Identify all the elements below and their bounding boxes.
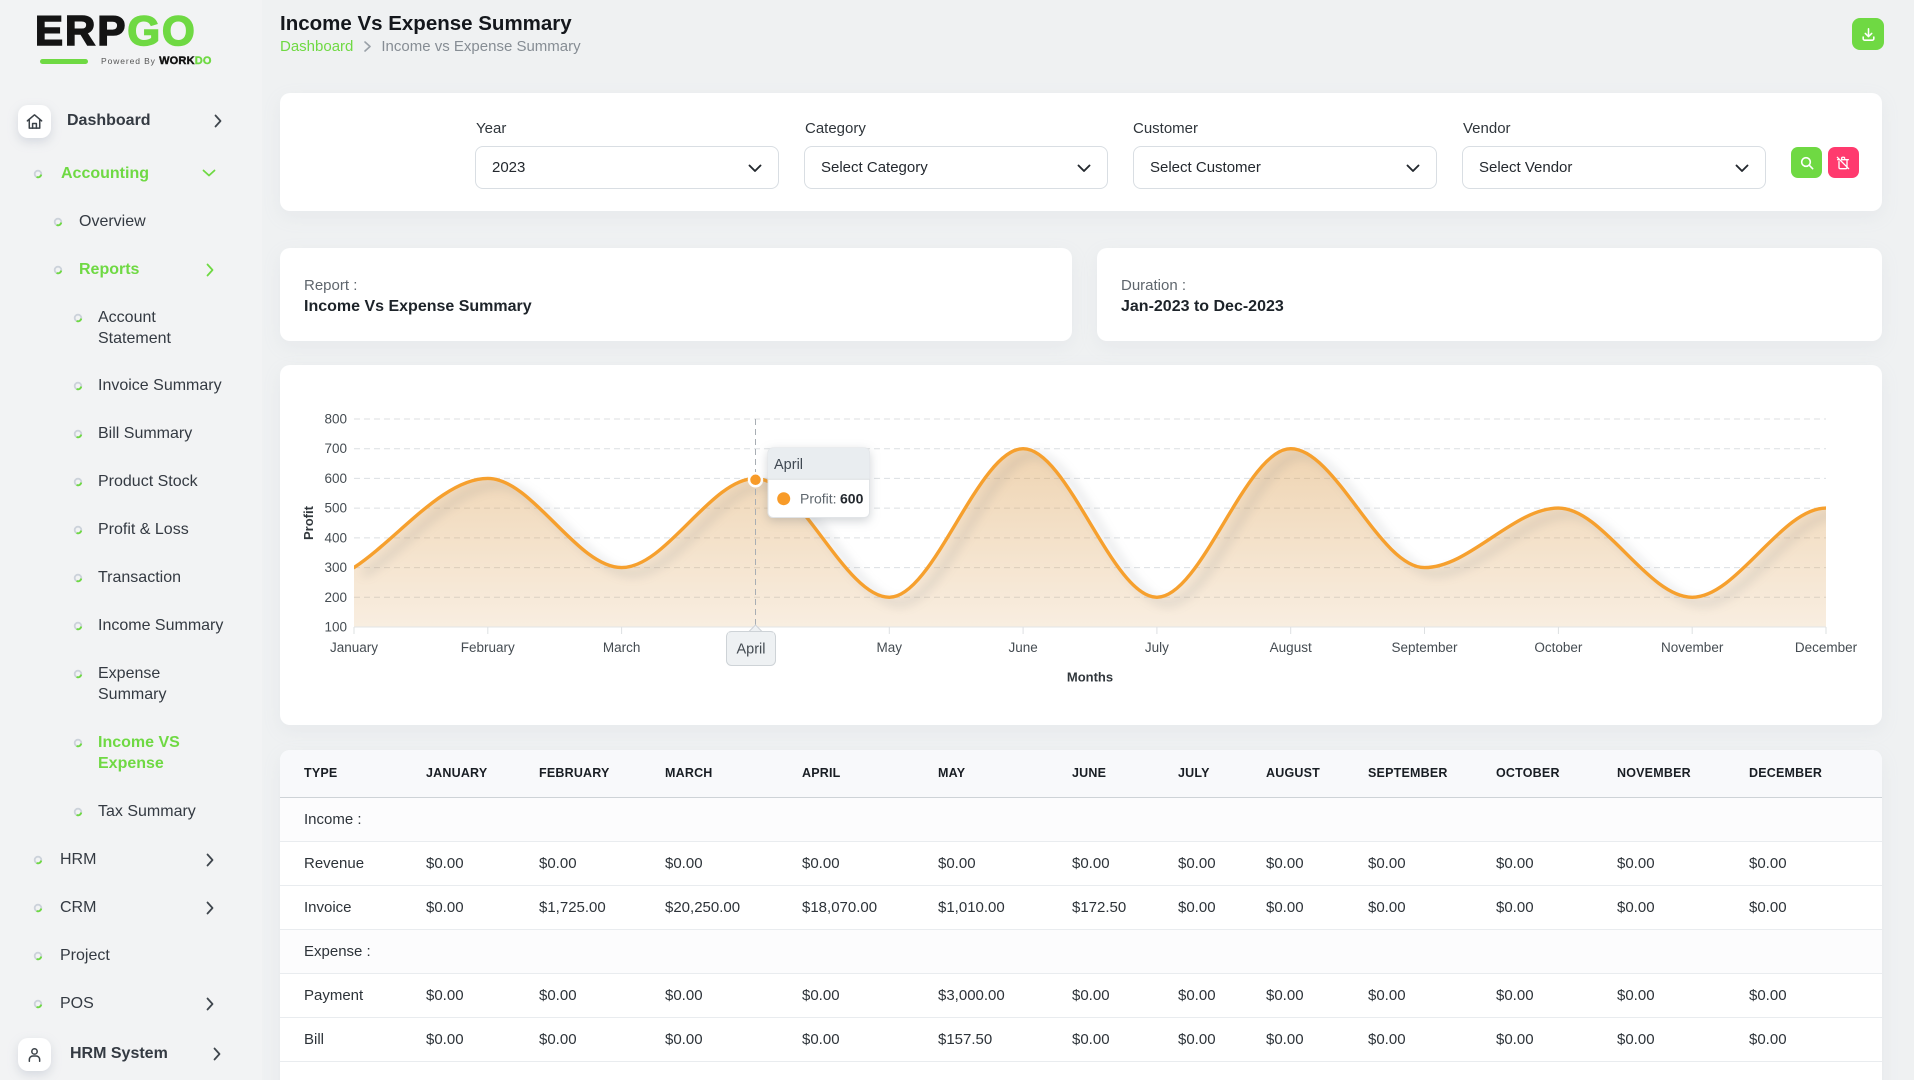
- svg-text:800: 800: [324, 412, 347, 427]
- svg-text:200: 200: [324, 590, 347, 605]
- svg-text:Profit:: Profit:: [800, 491, 837, 507]
- svg-text:May: May: [877, 640, 903, 655]
- svg-text:100: 100: [324, 620, 347, 635]
- svg-text:October: October: [1534, 640, 1583, 655]
- svg-text:November: November: [1661, 640, 1724, 655]
- svg-text:August: August: [1270, 640, 1312, 655]
- svg-text:500: 500: [324, 501, 347, 516]
- svg-text:December: December: [1795, 640, 1858, 655]
- svg-text:January: January: [330, 640, 378, 655]
- svg-text:July: July: [1145, 640, 1169, 655]
- svg-text:400: 400: [324, 530, 347, 545]
- svg-text:April: April: [736, 642, 765, 658]
- svg-text:700: 700: [324, 441, 347, 456]
- svg-text:September: September: [1391, 640, 1458, 655]
- svg-text:600: 600: [840, 491, 864, 507]
- svg-text:June: June: [1008, 640, 1037, 655]
- svg-text:April: April: [774, 457, 803, 473]
- svg-text:300: 300: [324, 560, 347, 575]
- svg-text:Profit: Profit: [301, 505, 316, 540]
- svg-text:600: 600: [324, 471, 347, 486]
- svg-text:March: March: [603, 640, 641, 655]
- svg-text:February: February: [461, 640, 515, 655]
- svg-text:Months: Months: [1067, 670, 1113, 685]
